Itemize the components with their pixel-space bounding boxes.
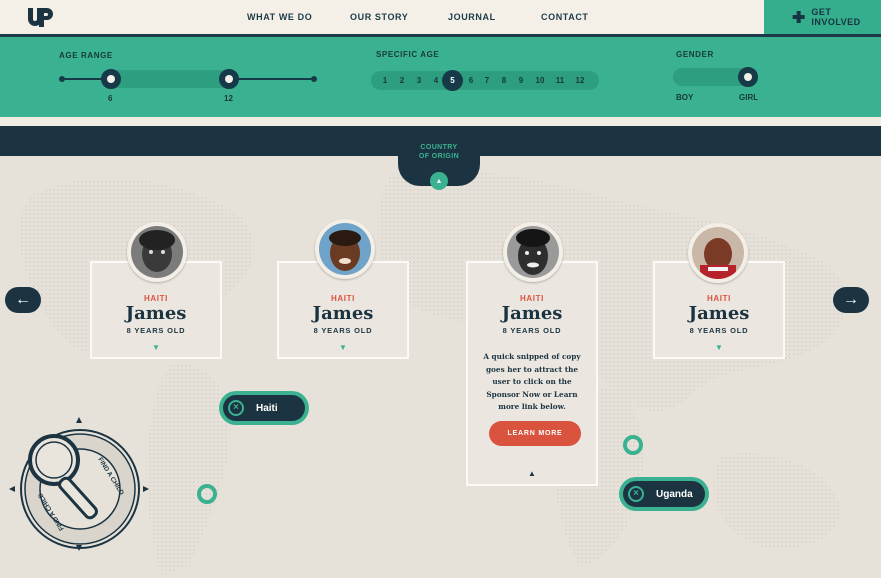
find-a-child-badge[interactable]: FIND A CHILD FIND A CHILD [6,414,152,554]
age-min-handle[interactable] [101,69,121,89]
learn-more-button[interactable]: LEARN MORE [489,421,581,446]
age-min-value: 6 [108,94,113,103]
range-start-dot [59,76,65,82]
country-pill-inner: × Haiti [223,395,305,421]
age-option-6[interactable]: 6 [464,76,478,85]
child-age: 8 YEARS OLD [126,326,186,335]
caret-down-icon[interactable]: ▼ [655,343,783,352]
age-option-1[interactable]: 1 [378,76,392,85]
child-age: 8 YEARS OLD [502,326,562,335]
country-pill-inner: × Uganda [623,481,705,507]
nav-what-we-do[interactable]: WHAT WE DO [247,12,312,22]
country-pill-haiti[interactable]: × Haiti [219,391,309,425]
country-pill-uganda[interactable]: × Uganda [619,477,709,511]
child-name: James [125,303,187,324]
age-option-12[interactable]: 12 [573,76,587,85]
age-option-10[interactable]: 10 [533,76,547,85]
child-country: HAITI [331,294,355,303]
child-photo-avatar[interactable] [503,222,563,282]
caret-down-icon[interactable]: ▼ [92,343,220,352]
child-country: HAITI [707,294,731,303]
close-icon[interactable]: × [628,486,644,502]
next-arrow-button[interactable]: → [833,287,869,313]
previous-arrow-button[interactable]: ← [5,287,41,313]
nav-contact[interactable]: CONTACT [541,12,589,22]
child-photo-avatar[interactable] [688,223,748,283]
country-pill-label: Haiti [256,402,278,414]
age-max-handle[interactable] [219,69,239,89]
child-description: A quick snipped of copy goes her to attr… [483,352,581,411]
country-label-line1: COUNTRY [420,144,458,151]
nav-journal[interactable]: JOURNAL [448,12,496,22]
plus-icon [792,11,805,23]
age-option-3[interactable]: 3 [412,76,426,85]
age-option-4[interactable]: 4 [429,76,443,85]
age-max-value: 12 [224,94,233,103]
caret-up-icon[interactable]: ▲ [430,172,448,190]
child-photo-avatar[interactable] [127,222,187,282]
child-country: HAITI [144,294,168,303]
gender-label: GENDER [676,50,714,59]
country-label-line2: OF ORIGIN [418,153,460,160]
country-of-origin-label: COUNTRY OF ORIGIN [398,143,480,161]
nav-our-story[interactable]: OUR STORY [350,12,408,22]
caret-up-icon[interactable]: ▲ [468,469,596,478]
get-involved-label: GET INVOLVED [811,7,861,27]
child-age: 8 YEARS OLD [313,326,373,335]
age-range-label: AGE RANGE [59,51,113,60]
age-range-selection [104,70,236,88]
age-option-7[interactable]: 7 [480,76,494,85]
country-pill-label: Uganda [656,488,693,500]
divider-strip [0,117,881,126]
top-navigation-bar: WHAT WE DO OUR STORY JOURNAL CONTACT GET… [0,0,881,34]
map-location-marker[interactable] [197,484,217,504]
up-logo[interactable] [26,6,54,28]
caret-down-icon[interactable]: ▼ [279,343,407,352]
gender-boy-label[interactable]: BOY [676,93,693,102]
get-involved-button[interactable]: GET INVOLVED [764,0,881,34]
child-age: 8 YEARS OLD [689,326,749,335]
specific-age-label: SPECIFIC AGE [376,50,440,59]
child-country: HAITI [520,294,544,303]
child-name: James [312,303,374,324]
close-icon[interactable]: × [228,400,244,416]
age-option-5-selected[interactable]: 5 [442,70,463,91]
gender-handle[interactable] [738,67,758,87]
child-photo-avatar[interactable] [315,219,375,279]
age-option-8[interactable]: 8 [497,76,511,85]
map-location-marker[interactable] [623,435,643,455]
child-card-expanded[interactable]: HAITI James 8 YEARS OLD A quick snipped … [466,261,598,486]
age-option-2[interactable]: 2 [395,76,409,85]
child-name: James [501,303,563,324]
age-option-11[interactable]: 11 [553,76,567,85]
range-end-dot [311,76,317,82]
age-option-9[interactable]: 9 [514,76,528,85]
gender-girl-label[interactable]: GIRL [739,93,758,102]
child-name: James [688,303,750,324]
